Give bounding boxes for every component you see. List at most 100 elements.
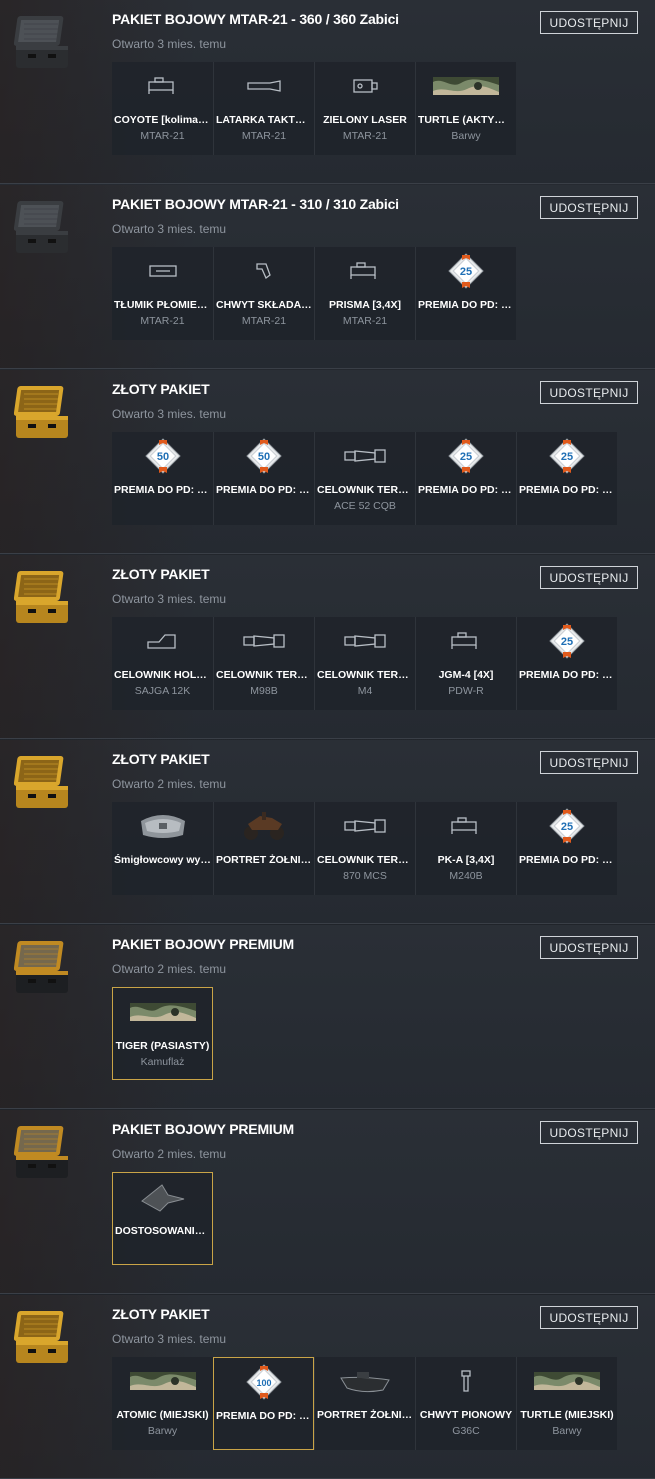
reward-item[interactable]: CELOWNIK TERMOWIZYJNY M98B <box>213 617 314 710</box>
reward-item[interactable]: CELOWNIK HOLO (Z) SAJGA 12K <box>112 617 213 710</box>
reward-item[interactable]: LATARKA TAKTYCZNA MTAR-21 <box>213 62 314 155</box>
gold-case-icon <box>13 754 72 816</box>
reward-item[interactable]: Śmigłowcowy wyświetlacz <box>112 802 213 895</box>
reward-subtitle: M4 <box>357 685 373 697</box>
reward-name: LATARKA TAKTYCZNA <box>216 114 312 126</box>
scope-icon <box>315 253 415 289</box>
thermal-scope-icon <box>315 438 415 474</box>
battlepack-entry: PAKIET BOJOWY PREMIUM Otwarto 2 mies. tem… <box>0 925 655 1109</box>
laser-icon <box>315 68 415 104</box>
premium-case-icon <box>13 1124 72 1186</box>
share-button[interactable]: UDOSTĘPNIJ <box>540 196 638 219</box>
reward-item[interactable]: CHWYT PIONOWY G36C <box>415 1357 516 1450</box>
reward-name: PREMIA DO PD: 25% <box>418 484 514 496</box>
reward-item[interactable]: ATOMIC (MIEJSKI) Barwy <box>112 1357 213 1450</box>
svg-text:100: 100 <box>256 1378 271 1388</box>
share-button[interactable]: UDOSTĘPNIJ <box>540 936 638 959</box>
reward-item[interactable]: CHWYT SKŁADANY MTAR-21 <box>213 247 314 340</box>
scope-icon <box>416 623 516 659</box>
xp-boost-icon: 50 <box>214 438 314 474</box>
reward-item[interactable]: 50 PREMIA DO PD: 50% <box>112 432 213 525</box>
reward-subtitle: Barwy <box>147 1425 178 1437</box>
reward-name: PORTRET ŻOŁNIERZA <box>317 1409 413 1421</box>
share-button[interactable]: UDOSTĘPNIJ <box>540 566 638 589</box>
reward-item[interactable]: TŁUMIK PŁOMIENIA MTAR-21 <box>112 247 213 340</box>
grip-icon <box>214 253 314 289</box>
reward-item[interactable]: 25 PREMIA DO PD: 25% <box>516 432 617 525</box>
opened-time: Otwarto 3 mies. temu <box>112 222 227 236</box>
opened-time: Otwarto 2 mies. temu <box>112 962 227 976</box>
battlepack-entry: PAKIET BOJOWY MTAR-21 - 360 / 360 Zabici… <box>0 0 655 184</box>
reward-subtitle: MTAR-21 <box>140 315 185 327</box>
reward-item[interactable]: CELOWNIK TERMOWIZYJNY M4 <box>314 617 415 710</box>
reward-item[interactable]: TURTLE (AKTYWNY) Barwy <box>415 62 516 155</box>
opened-time: Otwarto 3 mies. temu <box>112 1332 227 1346</box>
reward-name: PREMIA DO PD: 25% <box>519 854 615 866</box>
battlepack-entry: PAKIET BOJOWY PREMIUM Otwarto 2 mies. tem… <box>0 1110 655 1294</box>
reward-items: TŁUMIK PŁOMIENIA MTAR-21 CHWYT SKŁADANY MTA… <box>112 247 516 340</box>
reward-item[interactable]: 50 PREMIA DO PD: 50% <box>213 432 314 525</box>
reward-item[interactable]: COYOTE [kolimator] MTAR-21 <box>112 62 213 155</box>
pack-title: ZŁOTY PAKIET <box>112 566 210 582</box>
black-case-icon <box>13 14 72 76</box>
scope-icon <box>112 68 213 104</box>
pack-title: ZŁOTY PAKIET <box>112 381 210 397</box>
vertical-grip-icon <box>416 1363 516 1399</box>
share-button[interactable]: UDOSTĘPNIJ <box>540 1306 638 1329</box>
reward-item[interactable]: PORTRET ŻOŁNIERZA <box>314 1357 415 1450</box>
share-button[interactable]: UDOSTĘPNIJ <box>540 751 638 774</box>
reward-items: COYOTE [kolimator]MTAR-21LATARKA TAKTYCZ… <box>112 62 516 155</box>
camo-swatch-icon <box>517 1363 617 1399</box>
xp-boost-icon: 50 <box>112 438 213 474</box>
svg-text:50: 50 <box>258 451 270 463</box>
black-case-icon <box>13 199 72 261</box>
reward-item[interactable]: 25 PREMIA DO PD: 25% <box>415 432 516 525</box>
reward-item[interactable]: 25 PREMIA DO PD: 25% <box>415 247 516 340</box>
reward-item[interactable]: JGM-4 [4X] PDW-R <box>415 617 516 710</box>
reward-name: PREMIA DO PD: 50% <box>216 484 312 496</box>
reward-name: ATOMIC (MIEJSKI) <box>116 1409 209 1421</box>
reward-item[interactable]: CELOWNIK TERMOWIZYJNY ACE 52 CQB <box>314 432 415 525</box>
gold-case-icon <box>13 569 72 631</box>
scope-icon <box>416 808 516 844</box>
opened-time: Otwarto 3 mies. temu <box>112 592 227 606</box>
reward-subtitle: 870 MCS <box>343 870 387 882</box>
reward-name: COYOTE [kolimator] <box>114 114 211 126</box>
battlepack-entry: ZŁOTY PAKIET Otwarto 3 mies. temu UDOSTĘPN… <box>0 555 655 739</box>
share-button[interactable]: UDOSTĘPNIJ <box>540 381 638 404</box>
reward-subtitle: M98B <box>250 685 278 697</box>
reward-name: TURTLE (AKTYWNY) <box>418 114 514 126</box>
reward-item[interactable]: PORTRET ŻOŁNIERZA <box>213 802 314 895</box>
thermal-scope-icon <box>315 808 415 844</box>
pack-title: ZŁOTY PAKIET <box>112 1306 210 1322</box>
xp-boost-icon: 25 <box>416 438 516 474</box>
pack-title: PAKIET BOJOWY MTAR-21 - 360 / 360 Zabici <box>112 11 399 27</box>
reward-item[interactable]: PRISMA [3,4X] MTAR-21 <box>314 247 415 340</box>
reward-item[interactable]: 25 PREMIA DO PD: 25% <box>516 617 617 710</box>
reward-item[interactable]: DOSTOSOWANIE POJAZDU <box>112 1172 213 1265</box>
reward-subtitle: M240B <box>449 870 483 882</box>
reward-item[interactable]: ZIELONY LASER MTAR-21 <box>314 62 415 155</box>
reward-item[interactable]: 100 PREMIA DO PD: 100% <box>213 1357 314 1450</box>
share-button[interactable]: UDOSTĘPNIJ <box>540 1121 638 1144</box>
reward-subtitle: Barwy <box>552 1425 582 1437</box>
reward-subtitle: SAJGA 12K <box>134 685 191 697</box>
xp-boost-icon: 25 <box>517 808 617 844</box>
reward-item[interactable]: PK-A [3,4X] M240B <box>415 802 516 895</box>
xp-boost-icon: 25 <box>517 438 617 474</box>
share-button[interactable]: UDOSTĘPNIJ <box>540 11 638 34</box>
muzzle-icon <box>112 253 213 289</box>
svg-text:25: 25 <box>561 636 573 648</box>
reward-items: Śmigłowcowy wyświetlacz PORTRET ŻOŁNIERZ… <box>112 802 617 895</box>
camo-swatch-icon <box>112 1363 213 1399</box>
reward-item[interactable]: 25 PREMIA DO PD: 25% <box>516 802 617 895</box>
reward-subtitle: MTAR-21 <box>342 315 388 327</box>
reward-item[interactable]: TIGER (PASIASTY) Kamuflaż <box>112 987 213 1080</box>
gold-case-icon <box>13 384 72 446</box>
reward-name: PK-A [3,4X] <box>437 854 495 866</box>
reward-subtitle: Barwy <box>451 130 481 142</box>
reward-item[interactable]: TURTLE (MIEJSKI) Barwy <box>516 1357 617 1450</box>
reward-name: TURTLE (MIEJSKI) <box>520 1409 614 1421</box>
reward-name: PREMIA DO PD: 25% <box>519 484 615 496</box>
reward-item[interactable]: CELOWNIK TERMOWIZYJNY 870 MCS <box>314 802 415 895</box>
